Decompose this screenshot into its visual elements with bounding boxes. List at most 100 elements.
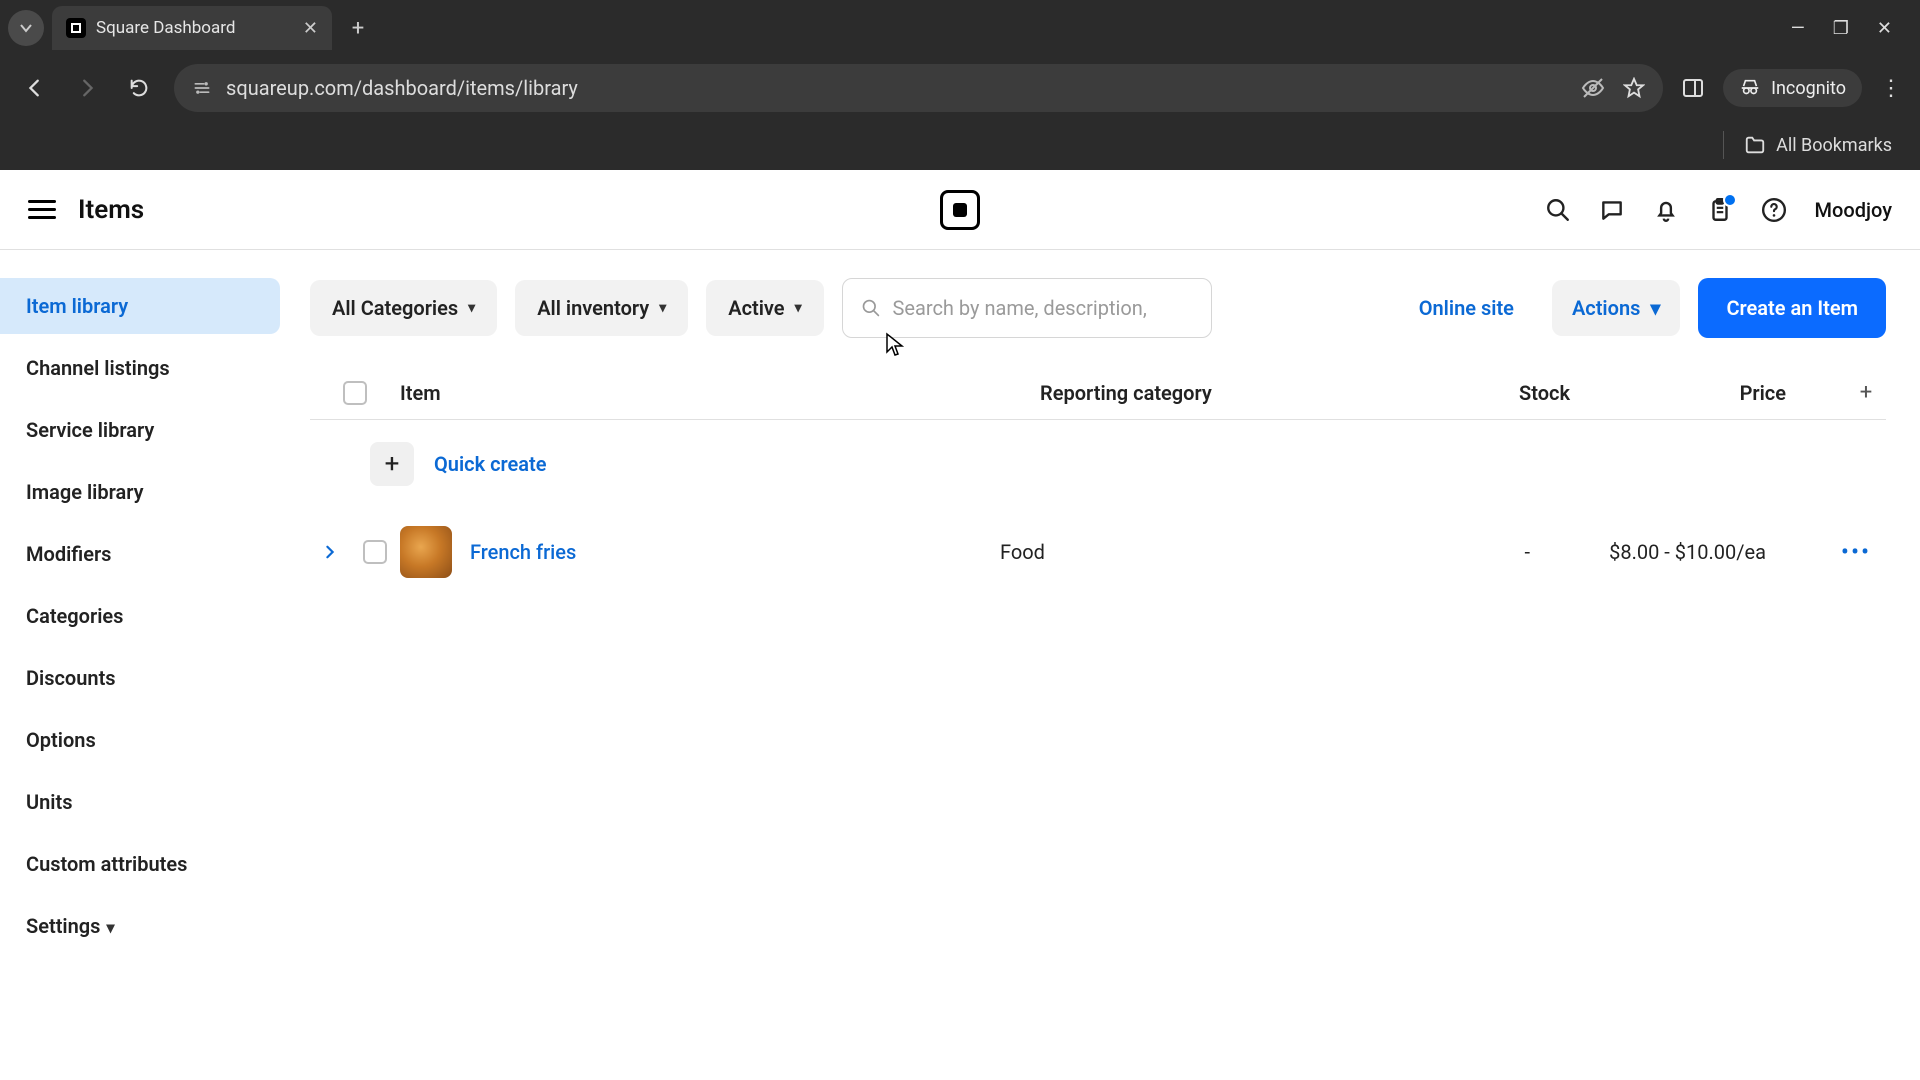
browser-chrome: Square Dashboard ✕ + — ❐ ✕ squareup.com/… (0, 0, 1920, 170)
quick-create-label: Quick create (434, 452, 547, 476)
page-title: Items (78, 195, 144, 225)
bookmark-star-icon[interactable] (1623, 77, 1645, 99)
address-row: squareup.com/dashboard/items/library Inc… (0, 56, 1920, 120)
square-logo-icon[interactable] (940, 190, 980, 230)
search-icon[interactable] (1545, 197, 1571, 223)
sidebar-item-settings[interactable]: Settings ▾ (0, 898, 280, 954)
all-bookmarks-button[interactable]: All Bookmarks (1744, 134, 1892, 156)
plus-icon: + (370, 442, 414, 486)
chevron-down-icon: ▾ (659, 300, 666, 316)
sidebar-item-channel-listings[interactable]: Channel listings (0, 340, 280, 396)
actions-button[interactable]: Actions ▾ (1552, 280, 1681, 336)
link-label: Online site (1419, 296, 1514, 320)
maximize-icon[interactable]: ❐ (1833, 18, 1849, 39)
sidebar-item-label: Image library (26, 480, 144, 504)
sidebar-item-service-library[interactable]: Service library (0, 402, 280, 458)
app-header: Items Moodjoy (0, 170, 1920, 250)
sidebar-item-categories[interactable]: Categories (0, 588, 280, 644)
table-header: Item Reporting category Stock Price + (310, 366, 1886, 420)
sidebar-item-image-library[interactable]: Image library (0, 464, 280, 520)
sidebar-item-label: Service library (26, 418, 154, 442)
app: Items Moodjoy Item library Channel listi (0, 170, 1920, 1080)
site-settings-icon[interactable] (192, 78, 212, 98)
search-box[interactable] (842, 278, 1212, 338)
filter-inventory[interactable]: All inventory ▾ (515, 280, 688, 336)
browser-tab[interactable]: Square Dashboard ✕ (52, 6, 332, 50)
clipboard-icon[interactable] (1707, 197, 1733, 223)
create-item-button[interactable]: Create an Item (1698, 278, 1886, 338)
chevron-down-icon: ▾ (1650, 296, 1660, 320)
forward-button[interactable] (70, 71, 104, 105)
col-header-stock[interactable]: Stock (1400, 381, 1570, 405)
sidebar-item-label: Item library (26, 294, 128, 318)
tab-strip: Square Dashboard ✕ + — ❐ ✕ (0, 0, 1920, 56)
search-input[interactable] (893, 296, 1193, 320)
sidebar-item-units[interactable]: Units (0, 774, 280, 830)
address-bar[interactable]: squareup.com/dashboard/items/library (174, 64, 1663, 112)
new-tab-button[interactable]: + (340, 10, 376, 46)
main-content: All Categories ▾ All inventory ▾ Active … (290, 250, 1920, 1080)
expand-row-button[interactable] (310, 545, 350, 559)
sidebar: Item library Channel listings Service li… (0, 250, 290, 1080)
sidebar-item-label: Channel listings (26, 356, 170, 380)
reload-button[interactable] (122, 71, 156, 105)
item-category: Food (1000, 540, 1360, 564)
close-window-icon[interactable]: ✕ (1877, 18, 1892, 39)
select-all-checkbox[interactable] (343, 381, 367, 405)
search-icon (861, 297, 881, 319)
actions-label: Actions (1572, 296, 1640, 320)
filter-categories[interactable]: All Categories ▾ (310, 280, 497, 336)
item-price: $8.00 - $10.00/ea (1530, 540, 1826, 564)
add-column-button[interactable]: + (1846, 380, 1886, 405)
incognito-icon (1739, 77, 1761, 99)
chevron-down-icon: ▾ (468, 300, 475, 316)
close-tab-icon[interactable]: ✕ (303, 18, 318, 39)
minimize-icon[interactable]: — (1791, 18, 1805, 39)
chat-icon[interactable] (1599, 197, 1625, 223)
bell-icon[interactable] (1653, 197, 1679, 223)
browser-menu-icon[interactable]: ⋮ (1880, 76, 1902, 101)
col-header-category[interactable]: Reporting category (1040, 381, 1400, 405)
item-stock: - (1360, 540, 1530, 564)
username[interactable]: Moodjoy (1815, 198, 1892, 222)
chevron-right-icon (323, 545, 337, 559)
sidebar-item-label: Settings (26, 914, 100, 938)
toolbar: All Categories ▾ All inventory ▾ Active … (310, 278, 1886, 338)
help-icon[interactable] (1761, 197, 1787, 223)
url-text: squareup.com/dashboard/items/library (226, 76, 578, 100)
sidebar-item-discounts[interactable]: Discounts (0, 650, 280, 706)
folder-icon (1744, 134, 1766, 156)
row-checkbox[interactable] (363, 540, 387, 564)
item-thumbnail (400, 526, 452, 578)
sidebar-item-modifiers[interactable]: Modifiers (0, 526, 280, 582)
sidebar-item-label: Modifiers (26, 542, 111, 566)
tabs-dropdown[interactable] (8, 10, 44, 46)
all-bookmarks-label: All Bookmarks (1776, 135, 1892, 156)
filter-label: Active (728, 296, 784, 320)
table-row[interactable]: French fries Food - $8.00 - $10.00/ea ••… (310, 508, 1886, 596)
item-name[interactable]: French fries (470, 540, 576, 564)
menu-button[interactable] (28, 200, 56, 219)
eye-off-icon[interactable] (1581, 76, 1605, 100)
incognito-indicator[interactable]: Incognito (1723, 69, 1862, 107)
quick-create-row[interactable]: + Quick create (310, 420, 1886, 508)
tab-title: Square Dashboard (96, 18, 235, 38)
online-site-link[interactable]: Online site (1399, 280, 1534, 336)
button-label: Create an Item (1726, 296, 1858, 320)
sidebar-item-label: Discounts (26, 666, 116, 690)
sidebar-item-label: Units (26, 790, 73, 814)
sidebar-item-item-library[interactable]: Item library (0, 278, 280, 334)
filter-label: All inventory (537, 296, 649, 320)
back-button[interactable] (18, 71, 52, 105)
col-header-item[interactable]: Item (400, 381, 1040, 405)
favicon-icon (66, 18, 86, 38)
chevron-down-icon: ▾ (106, 918, 114, 937)
sidebar-item-options[interactable]: Options (0, 712, 280, 768)
sidebar-item-custom-attributes[interactable]: Custom attributes (0, 836, 280, 892)
side-panel-icon[interactable] (1681, 76, 1705, 100)
filter-status[interactable]: Active ▾ (706, 280, 823, 336)
chevron-down-icon: ▾ (795, 300, 802, 316)
row-more-button[interactable]: ••• (1826, 538, 1886, 566)
col-header-price[interactable]: Price (1570, 381, 1846, 405)
window-controls: — ❐ ✕ (1791, 18, 1912, 39)
